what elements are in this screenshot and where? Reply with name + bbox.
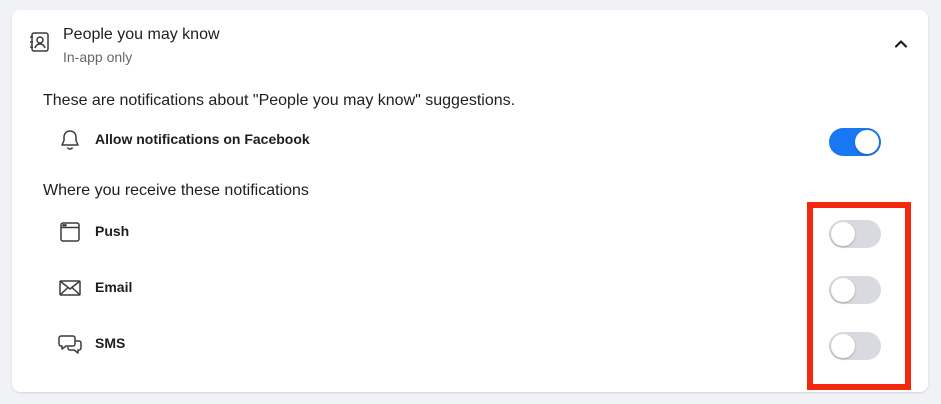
chevron-up-icon — [893, 36, 909, 57]
email-label: Email — [95, 279, 133, 295]
notification-settings-card: People you may know In-app only These ar… — [12, 10, 928, 392]
collapse-button[interactable] — [886, 34, 916, 58]
highlight-box — [807, 202, 911, 390]
push-label: Push — [95, 223, 130, 239]
allow-notifications-row: Allow notifications on Facebook — [12, 122, 928, 158]
allow-notifications-label: Allow notifications on Facebook — [95, 131, 310, 147]
notification-description: These are notifications about "People yo… — [43, 92, 516, 109]
where-receive-title: Where you receive these notifications — [43, 182, 309, 199]
chat-bubbles-icon — [58, 332, 82, 356]
envelope-icon — [58, 276, 82, 300]
toggle-knob — [855, 130, 879, 154]
bell-icon — [58, 128, 82, 152]
section-subtitle: In-app only — [63, 49, 133, 65]
allow-notifications-toggle[interactable] — [829, 128, 881, 156]
sms-row: SMS — [12, 326, 928, 362]
push-row: Push — [12, 214, 928, 250]
browser-window-icon — [58, 220, 82, 244]
email-row: Email — [12, 270, 928, 306]
section-title: People you may know — [63, 26, 220, 43]
contact-card-icon — [28, 30, 52, 54]
sms-label: SMS — [95, 335, 126, 351]
